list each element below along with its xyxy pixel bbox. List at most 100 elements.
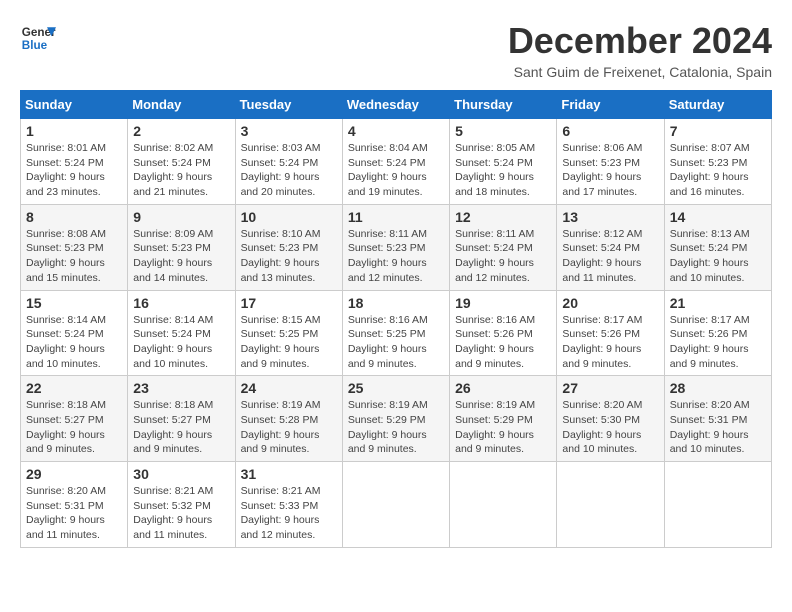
calendar-cell: 14 Sunrise: 8:13 AM Sunset: 5:24 PM Dayl… xyxy=(664,204,771,290)
day-number: 21 xyxy=(670,295,766,311)
calendar-cell: 20 Sunrise: 8:17 AM Sunset: 5:26 PM Dayl… xyxy=(557,290,664,376)
calendar-cell xyxy=(450,462,557,548)
logo-icon: General Blue xyxy=(20,20,56,56)
day-info: Sunrise: 8:03 AM Sunset: 5:24 PM Dayligh… xyxy=(241,141,337,200)
calendar-week-row: 8 Sunrise: 8:08 AM Sunset: 5:23 PM Dayli… xyxy=(21,204,772,290)
day-number: 18 xyxy=(348,295,444,311)
calendar-cell: 4 Sunrise: 8:04 AM Sunset: 5:24 PM Dayli… xyxy=(342,119,449,205)
day-number: 28 xyxy=(670,380,766,396)
calendar-week-row: 1 Sunrise: 8:01 AM Sunset: 5:24 PM Dayli… xyxy=(21,119,772,205)
calendar-cell: 3 Sunrise: 8:03 AM Sunset: 5:24 PM Dayli… xyxy=(235,119,342,205)
weekday-header-row: SundayMondayTuesdayWednesdayThursdayFrid… xyxy=(21,91,772,119)
calendar-cell: 30 Sunrise: 8:21 AM Sunset: 5:32 PM Dayl… xyxy=(128,462,235,548)
logo: General Blue xyxy=(20,20,56,56)
calendar-cell: 13 Sunrise: 8:12 AM Sunset: 5:24 PM Dayl… xyxy=(557,204,664,290)
calendar-cell: 29 Sunrise: 8:20 AM Sunset: 5:31 PM Dayl… xyxy=(21,462,128,548)
weekday-header-thursday: Thursday xyxy=(450,91,557,119)
day-info: Sunrise: 8:11 AM Sunset: 5:24 PM Dayligh… xyxy=(455,227,551,286)
day-info: Sunrise: 8:08 AM Sunset: 5:23 PM Dayligh… xyxy=(26,227,122,286)
day-number: 11 xyxy=(348,209,444,225)
calendar-cell: 8 Sunrise: 8:08 AM Sunset: 5:23 PM Dayli… xyxy=(21,204,128,290)
title-block: December 2024 Sant Guim de Freixenet, Ca… xyxy=(508,20,772,80)
day-number: 6 xyxy=(562,123,658,139)
calendar-week-row: 22 Sunrise: 8:18 AM Sunset: 5:27 PM Dayl… xyxy=(21,376,772,462)
calendar-cell: 2 Sunrise: 8:02 AM Sunset: 5:24 PM Dayli… xyxy=(128,119,235,205)
calendar-cell: 11 Sunrise: 8:11 AM Sunset: 5:23 PM Dayl… xyxy=(342,204,449,290)
day-number: 27 xyxy=(562,380,658,396)
calendar-week-row: 15 Sunrise: 8:14 AM Sunset: 5:24 PM Dayl… xyxy=(21,290,772,376)
day-info: Sunrise: 8:20 AM Sunset: 5:31 PM Dayligh… xyxy=(670,398,766,457)
calendar-cell: 10 Sunrise: 8:10 AM Sunset: 5:23 PM Dayl… xyxy=(235,204,342,290)
calendar-cell: 6 Sunrise: 8:06 AM Sunset: 5:23 PM Dayli… xyxy=(557,119,664,205)
day-number: 20 xyxy=(562,295,658,311)
calendar-cell: 19 Sunrise: 8:16 AM Sunset: 5:26 PM Dayl… xyxy=(450,290,557,376)
calendar-table: SundayMondayTuesdayWednesdayThursdayFrid… xyxy=(20,90,772,548)
weekday-header-monday: Monday xyxy=(128,91,235,119)
calendar-cell: 18 Sunrise: 8:16 AM Sunset: 5:25 PM Dayl… xyxy=(342,290,449,376)
day-number: 24 xyxy=(241,380,337,396)
day-info: Sunrise: 8:19 AM Sunset: 5:28 PM Dayligh… xyxy=(241,398,337,457)
day-info: Sunrise: 8:13 AM Sunset: 5:24 PM Dayligh… xyxy=(670,227,766,286)
day-number: 4 xyxy=(348,123,444,139)
calendar-cell xyxy=(342,462,449,548)
day-number: 17 xyxy=(241,295,337,311)
location: Sant Guim de Freixenet, Catalonia, Spain xyxy=(508,64,772,80)
day-info: Sunrise: 8:10 AM Sunset: 5:23 PM Dayligh… xyxy=(241,227,337,286)
day-number: 7 xyxy=(670,123,766,139)
calendar-cell: 22 Sunrise: 8:18 AM Sunset: 5:27 PM Dayl… xyxy=(21,376,128,462)
day-number: 13 xyxy=(562,209,658,225)
calendar-cell: 25 Sunrise: 8:19 AM Sunset: 5:29 PM Dayl… xyxy=(342,376,449,462)
day-info: Sunrise: 8:18 AM Sunset: 5:27 PM Dayligh… xyxy=(26,398,122,457)
weekday-header-wednesday: Wednesday xyxy=(342,91,449,119)
day-number: 29 xyxy=(26,466,122,482)
day-number: 19 xyxy=(455,295,551,311)
page-header: General Blue December 2024 Sant Guim de … xyxy=(20,20,772,80)
day-number: 10 xyxy=(241,209,337,225)
day-info: Sunrise: 8:07 AM Sunset: 5:23 PM Dayligh… xyxy=(670,141,766,200)
day-info: Sunrise: 8:17 AM Sunset: 5:26 PM Dayligh… xyxy=(562,313,658,372)
day-info: Sunrise: 8:14 AM Sunset: 5:24 PM Dayligh… xyxy=(26,313,122,372)
day-info: Sunrise: 8:16 AM Sunset: 5:25 PM Dayligh… xyxy=(348,313,444,372)
weekday-header-tuesday: Tuesday xyxy=(235,91,342,119)
calendar-cell: 5 Sunrise: 8:05 AM Sunset: 5:24 PM Dayli… xyxy=(450,119,557,205)
calendar-cell: 27 Sunrise: 8:20 AM Sunset: 5:30 PM Dayl… xyxy=(557,376,664,462)
calendar-cell: 21 Sunrise: 8:17 AM Sunset: 5:26 PM Dayl… xyxy=(664,290,771,376)
calendar-cell: 17 Sunrise: 8:15 AM Sunset: 5:25 PM Dayl… xyxy=(235,290,342,376)
day-number: 1 xyxy=(26,123,122,139)
calendar-cell: 9 Sunrise: 8:09 AM Sunset: 5:23 PM Dayli… xyxy=(128,204,235,290)
calendar-cell: 31 Sunrise: 8:21 AM Sunset: 5:33 PM Dayl… xyxy=(235,462,342,548)
day-number: 5 xyxy=(455,123,551,139)
day-info: Sunrise: 8:12 AM Sunset: 5:24 PM Dayligh… xyxy=(562,227,658,286)
calendar-cell: 24 Sunrise: 8:19 AM Sunset: 5:28 PM Dayl… xyxy=(235,376,342,462)
day-number: 22 xyxy=(26,380,122,396)
day-number: 15 xyxy=(26,295,122,311)
day-info: Sunrise: 8:02 AM Sunset: 5:24 PM Dayligh… xyxy=(133,141,229,200)
day-number: 25 xyxy=(348,380,444,396)
day-number: 12 xyxy=(455,209,551,225)
day-info: Sunrise: 8:17 AM Sunset: 5:26 PM Dayligh… xyxy=(670,313,766,372)
day-info: Sunrise: 8:05 AM Sunset: 5:24 PM Dayligh… xyxy=(455,141,551,200)
day-info: Sunrise: 8:16 AM Sunset: 5:26 PM Dayligh… xyxy=(455,313,551,372)
day-info: Sunrise: 8:06 AM Sunset: 5:23 PM Dayligh… xyxy=(562,141,658,200)
day-info: Sunrise: 8:20 AM Sunset: 5:30 PM Dayligh… xyxy=(562,398,658,457)
calendar-cell: 1 Sunrise: 8:01 AM Sunset: 5:24 PM Dayli… xyxy=(21,119,128,205)
calendar-cell: 15 Sunrise: 8:14 AM Sunset: 5:24 PM Dayl… xyxy=(21,290,128,376)
day-number: 23 xyxy=(133,380,229,396)
day-info: Sunrise: 8:01 AM Sunset: 5:24 PM Dayligh… xyxy=(26,141,122,200)
day-number: 3 xyxy=(241,123,337,139)
day-number: 31 xyxy=(241,466,337,482)
day-number: 2 xyxy=(133,123,229,139)
calendar-cell: 23 Sunrise: 8:18 AM Sunset: 5:27 PM Dayl… xyxy=(128,376,235,462)
calendar-cell: 28 Sunrise: 8:20 AM Sunset: 5:31 PM Dayl… xyxy=(664,376,771,462)
calendar-cell: 16 Sunrise: 8:14 AM Sunset: 5:24 PM Dayl… xyxy=(128,290,235,376)
day-number: 16 xyxy=(133,295,229,311)
day-number: 26 xyxy=(455,380,551,396)
day-info: Sunrise: 8:21 AM Sunset: 5:32 PM Dayligh… xyxy=(133,484,229,543)
day-number: 8 xyxy=(26,209,122,225)
day-number: 9 xyxy=(133,209,229,225)
day-number: 14 xyxy=(670,209,766,225)
day-number: 30 xyxy=(133,466,229,482)
calendar-cell xyxy=(664,462,771,548)
calendar-cell: 7 Sunrise: 8:07 AM Sunset: 5:23 PM Dayli… xyxy=(664,119,771,205)
svg-text:Blue: Blue xyxy=(22,39,48,52)
